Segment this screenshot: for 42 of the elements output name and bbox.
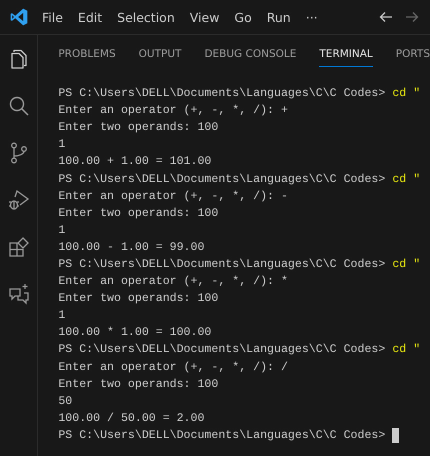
terminal-prompt: PS C:\Users\DELL\Documents\Languages\C\C Codes> [58, 256, 386, 273]
terminal-command: cd " [392, 86, 420, 102]
terminal-output: 100.00 * 1.00 = 100.00 [58, 325, 212, 342]
terminal-output: Enter two operands: 100 [58, 376, 218, 393]
terminal-output: Enter two operands: 100 [58, 291, 218, 308]
menu-item[interactable]: Go [234, 10, 252, 24]
terminal-command: cd " [392, 172, 420, 188]
panel-tab[interactable]: PROBLEMS [58, 40, 116, 66]
terminal-output: Enter two operands: 100 [58, 206, 218, 222]
menu-item[interactable]: Selection [117, 10, 175, 24]
extensions-icon[interactable] [6, 235, 31, 259]
terminal-output: 1 [58, 222, 66, 239]
menu-item[interactable]: Edit [78, 10, 102, 24]
terminal-output: 50 [58, 394, 72, 410]
app-logo-icon [9, 7, 29, 27]
panel-tab[interactable]: OUTPUT [138, 40, 182, 66]
menu-item[interactable]: View [190, 10, 220, 24]
menu-item[interactable]: ··· [306, 10, 318, 24]
terminal-output: 100.00 - 1.00 = 99.00 [58, 240, 204, 256]
menu-item[interactable]: Run [266, 10, 291, 24]
terminal-command: cd " [392, 256, 420, 273]
terminal-output: Enter an operator (+, -, *, /): + [58, 103, 288, 120]
chat-sparkle-icon[interactable] [6, 282, 31, 306]
terminal-output: Enter two operands: 100 [58, 120, 218, 136]
terminal-output: 100.00 / 50.00 = 2.00 [58, 410, 204, 427]
panel-tab[interactable]: TERMINAL [319, 40, 373, 66]
terminal-command: cd " [392, 342, 420, 358]
run-debug-icon[interactable] [6, 188, 31, 212]
terminal-output: 1 [58, 137, 66, 154]
terminal-output: Enter an operator (+, -, *, /): / [58, 360, 288, 376]
terminal-prompt: PS C:\Users\DELL\Documents\Languages\C\C Codes> [58, 342, 386, 358]
panel-tab[interactable]: PORTS [396, 40, 430, 66]
terminal-output: 1 [58, 308, 66, 324]
terminal-output: Enter an operator (+, -, *, /): * [58, 274, 288, 290]
text-cursor [392, 428, 400, 443]
terminal-prompt: PS C:\Users\DELL\Documents\Languages\C\C Codes> [58, 428, 386, 444]
menu-item[interactable]: File [42, 10, 63, 24]
terminal-prompt: PS C:\Users\DELL\Documents\Languages\C\C Codes> [58, 86, 386, 102]
terminal-output: Enter an operator (+, -, *, /): - [58, 188, 288, 205]
terminal-output: 100.00 + 1.00 = 101.00 [58, 154, 212, 170]
panel-tab[interactable]: DEBUG CONSOLE [204, 40, 296, 66]
terminal-prompt: PS C:\Users\DELL\Documents\Languages\C\C Codes> [58, 172, 386, 188]
